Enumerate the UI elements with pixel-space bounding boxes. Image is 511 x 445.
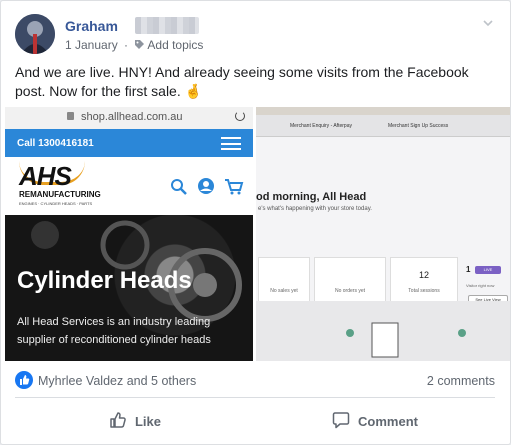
hero-title: Cylinder Heads [17, 267, 192, 294]
stat-sessions-label: Total sessions [408, 288, 440, 294]
tag-icon [134, 39, 145, 53]
address-text: shop.allhead.com.au [81, 111, 183, 123]
tab-merchant-signup: Merchant Sign Up Success [388, 123, 449, 129]
photo-website-screenshot[interactable]: shop.allhead.com.au Call 1300416181 AHS … [5, 107, 253, 361]
stat-orders: No orders yet [314, 257, 386, 305]
hero-body: All Head Services is an industry leading… [17, 316, 211, 346]
dashboard-screen: od morning, All Head e's what's happenin… [256, 137, 510, 361]
live-badge: LIVE [475, 266, 501, 274]
author-name[interactable]: Graham [65, 18, 118, 34]
lock-icon [67, 112, 74, 120]
map-illustration [256, 301, 510, 361]
photo-laptop-dashboard[interactable]: Merchant Enquiry - Afterpay Merchant Sig… [256, 107, 510, 361]
post-actions: Like Comment [15, 401, 495, 441]
stat-orders-label: No orders yet [334, 288, 365, 294]
hero-banner: Cylinder Heads All Head Services is an i… [5, 215, 253, 361]
logo-tagline: REMANUFACTURING [19, 190, 101, 199]
browser-tabs: Merchant Enquiry - Afterpay Merchant Sig… [256, 115, 510, 137]
browser-address-bar: shop.allhead.com.au [5, 107, 253, 129]
tab-afterpay: Merchant Enquiry - Afterpay [290, 123, 352, 129]
live-visitors-value: 1 [466, 265, 471, 274]
author-surname-redacted [135, 17, 199, 34]
account-icon [198, 178, 214, 194]
site-header: AHS REMANUFACTURING ENGINES · CYLINDER H… [5, 157, 253, 215]
site-header-icons [169, 177, 249, 197]
thumbs-up-icon [109, 411, 127, 432]
chevron-down-icon[interactable] [481, 16, 495, 30]
cart-icon [225, 179, 244, 195]
post-header: Graham 1 January · Add topics [15, 14, 495, 56]
comment-label: Comment [358, 413, 418, 429]
call-bar: Call 1300416181 [5, 129, 253, 157]
stat-sessions-value: 12 [418, 270, 429, 280]
call-text: Call 1300416181 [17, 138, 94, 149]
site-logo: AHS [19, 161, 72, 191]
add-topics-link[interactable]: Add topics [147, 38, 203, 52]
post-text: And we are live. HNY! And already seeing… [15, 64, 469, 99]
comment-icon [332, 411, 350, 432]
stat-sessions: 12 Total sessions [390, 257, 458, 305]
post-meta: 1 January · Add topics [65, 38, 203, 53]
live-visitors-label: Visitor right now [466, 283, 495, 288]
like-reaction-icon [15, 371, 33, 389]
divider [15, 397, 495, 398]
logo-subtagline: ENGINES · CYLINDER HEADS · PARTS [19, 201, 93, 206]
stat-sales: No sales yet [258, 257, 310, 305]
dashboard-greeting: od morning, All Head [256, 191, 367, 203]
reactions-bar: Myhrlee Valdez and 5 others 2 comments [15, 370, 495, 392]
comment-button[interactable]: Comment [255, 401, 495, 441]
dashboard-subtitle: e's what's happening with your store tod… [258, 206, 372, 212]
likers-link[interactable]: Myhrlee Valdez and 5 others [38, 374, 196, 388]
post-date[interactable]: 1 January [65, 38, 118, 52]
comments-count-link[interactable]: 2 comments [427, 374, 495, 388]
like-label: Like [134, 413, 161, 429]
stat-sales-label: No sales yet [270, 288, 298, 294]
search-icon [171, 179, 187, 195]
meta-separator: · [124, 38, 129, 52]
menu-icon [221, 137, 241, 150]
like-button[interactable]: Like [15, 401, 255, 441]
photo-grid: shop.allhead.com.au Call 1300416181 AHS … [1, 107, 510, 361]
post-card: Graham 1 January · Add topics And we are… [0, 0, 511, 445]
reload-icon [235, 111, 245, 121]
avatar[interactable] [15, 14, 55, 54]
